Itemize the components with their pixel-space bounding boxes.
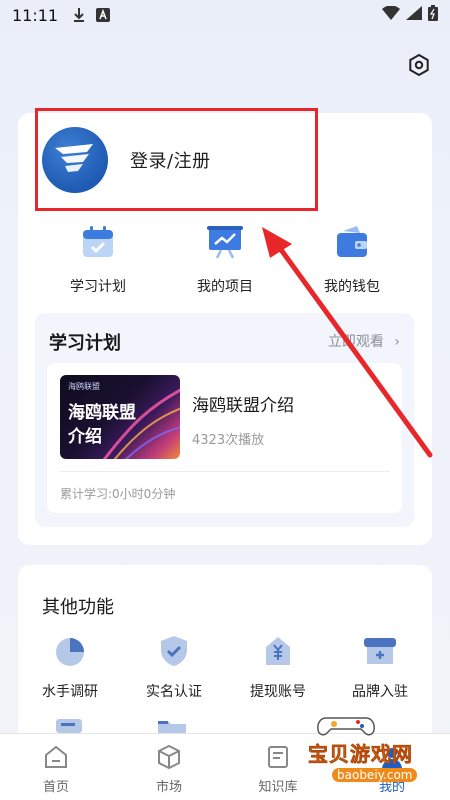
quick-item-my-projects[interactable]: 我的项目 [170, 222, 280, 296]
gamepad-icon [317, 717, 375, 736]
watermark-url: baobeiy.com [332, 768, 418, 782]
battery-icon [428, 5, 438, 25]
watch-now-link[interactable]: 立即观看 › [328, 331, 400, 351]
seagull-logo-icon [55, 143, 93, 172]
avatar[interactable] [42, 126, 108, 193]
thumbnail-title: 海鸥联盟介绍 [68, 403, 136, 447]
tab-market[interactable]: 市场 [129, 742, 209, 795]
func-item-withdraw-account[interactable]: 提现账号 [228, 633, 328, 701]
tab-label: 市场 [155, 780, 182, 795]
func-item-label: 提现账号 [250, 684, 306, 700]
yen-house-icon [228, 633, 328, 669]
divider [60, 471, 390, 472]
document-icon [56, 719, 82, 733]
watermark: 宝贝游戏网 baobeiy.com [278, 710, 418, 790]
tab-home[interactable]: 首页 [16, 742, 96, 795]
calendar-check-icon [43, 222, 153, 262]
chevron-right-icon: › [394, 334, 400, 350]
course-name[interactable]: 海鸥联盟介绍 [192, 391, 294, 416]
watermark-text: 宝贝游戏网 [308, 742, 413, 767]
home-icon [16, 742, 96, 772]
watch-now-label[interactable]: 立即观看 [328, 334, 384, 350]
cube-icon [129, 742, 209, 772]
study-plan-title: 学习计划 [49, 333, 121, 354]
quick-item-my-wallet[interactable]: 我的钱包 [297, 222, 407, 296]
login-register-label[interactable]: 登录/注册 [130, 147, 211, 173]
store-icon [330, 633, 430, 669]
login-register-entry[interactable]: 登录/注册 [35, 108, 318, 211]
wallet-icon [297, 222, 407, 262]
func-item-label: 实名认证 [146, 684, 202, 700]
quick-item-label: 学习计划 [70, 279, 126, 295]
download-icon [72, 7, 86, 23]
other-functions-title: 其他功能 [42, 597, 114, 618]
pie-chart-icon [20, 633, 120, 669]
func-item-real-name-auth[interactable]: 实名认证 [124, 633, 224, 701]
shield-check-icon [124, 633, 224, 669]
func-item-label: 水手调研 [42, 684, 98, 700]
total-study-time: 累计学习:0小时0分钟 [60, 487, 176, 501]
status-bar: 11:11 [0, 0, 450, 30]
quick-item-label: 我的钱包 [324, 279, 380, 295]
signal-icon [406, 6, 422, 24]
folder-icon [158, 721, 186, 733]
func-item-survey[interactable]: 水手调研 [20, 633, 120, 701]
tab-label: 首页 [42, 780, 69, 795]
status-time: 11:11 [12, 5, 59, 25]
wifi-icon [382, 5, 400, 24]
settings-button[interactable] [406, 53, 432, 81]
settings-hexagon-icon [407, 53, 431, 81]
app-a-icon [96, 8, 111, 22]
course-play-count: 4323次播放 [192, 433, 265, 448]
study-plan-card: 学习计划 立即观看 › 海鸥联盟 海鸥联盟介绍 海鸥联盟介绍 4323次播放 累… [35, 313, 414, 527]
quick-item-label: 我的项目 [197, 279, 253, 295]
func-item-label: 品牌入驻 [352, 684, 408, 700]
thumbnail-brand: 海鸥联盟 [68, 382, 100, 391]
quick-actions: 学习计划 我的项目 我的钱包 [18, 222, 432, 302]
course-item[interactable]: 海鸥联盟 海鸥联盟介绍 海鸥联盟介绍 4323次播放 累计学习:0小时0分钟 [47, 363, 402, 513]
presentation-chart-icon [170, 222, 280, 262]
quick-item-study-plan[interactable]: 学习计划 [43, 222, 153, 296]
func-item-brand-join[interactable]: 品牌入驻 [330, 633, 430, 701]
course-thumbnail[interactable]: 海鸥联盟 海鸥联盟介绍 [60, 375, 180, 459]
